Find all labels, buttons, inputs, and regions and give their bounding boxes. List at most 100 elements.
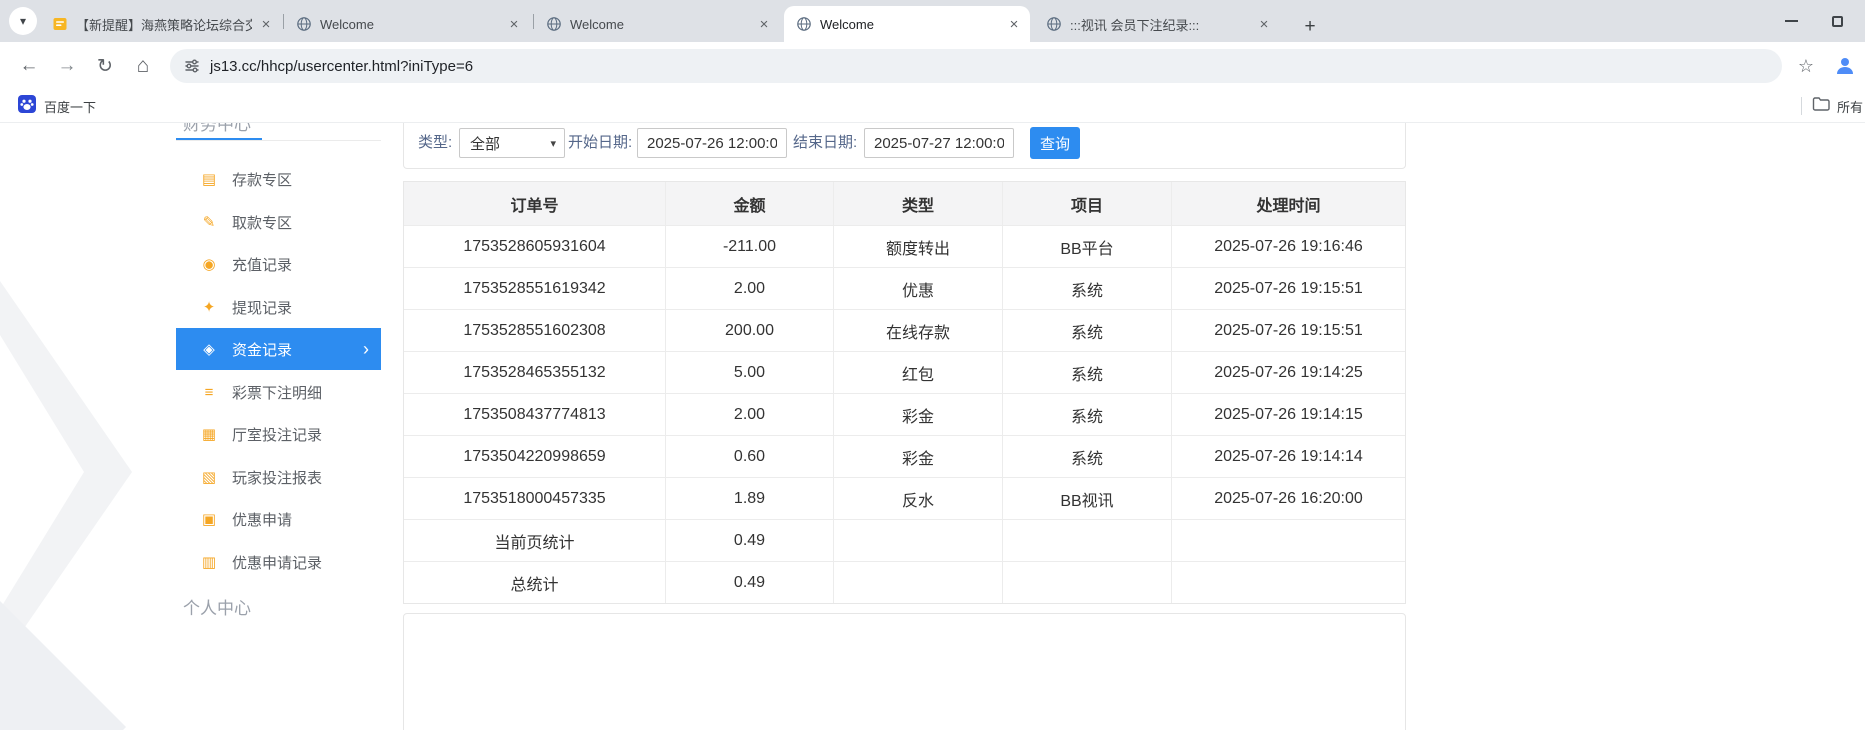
browser-toolbar: ← → ↻ ⌂ js13.cc/hhcp/usercenter.html?ini… — [0, 42, 1865, 90]
close-icon[interactable]: × — [1254, 14, 1274, 34]
globe-icon — [1046, 16, 1062, 32]
cell-type: 在线存款 — [833, 309, 1002, 351]
cell-amount: 0.60 — [665, 435, 833, 477]
minimize-button[interactable] — [1768, 0, 1814, 42]
col-header-type: 类型 — [833, 182, 1002, 225]
withdrawal-record-icon: ✦ — [200, 298, 218, 316]
all-bookmarks-button[interactable]: 所有 — [1812, 93, 1863, 119]
site-settings-icon[interactable] — [184, 58, 200, 74]
sidebar-item-label: 提现记录 — [232, 297, 292, 318]
cell-type: 反水 — [833, 477, 1002, 519]
sidebar-item-deposit-zone[interactable]: ▤ 存款专区 — [176, 158, 381, 200]
cell-time: 2025-07-26 19:14:14 — [1171, 435, 1405, 477]
cell-type: 彩金 — [833, 393, 1002, 435]
browser-tab-3[interactable]: Welcome × — [534, 6, 780, 42]
table-row: 1753528551619342 2.00 优惠 系统 2025-07-26 1… — [404, 267, 1405, 309]
browser-tab-5[interactable]: :::视讯 会员下注纪录::: × — [1034, 6, 1280, 42]
promo-apply-icon: ▣ — [200, 510, 218, 528]
close-icon[interactable]: × — [1004, 14, 1024, 34]
bookmarks-divider — [1801, 97, 1802, 115]
table-row-page-total: 当前页统计 0.49 — [404, 519, 1405, 561]
maximize-button[interactable] — [1814, 0, 1860, 42]
close-icon[interactable]: × — [256, 14, 276, 34]
cell-time: 2025-07-26 19:14:25 — [1171, 351, 1405, 393]
sidebar-item-label: 彩票下注明细 — [232, 382, 322, 403]
search-button[interactable]: 查询 — [1030, 127, 1080, 159]
table-row: 1753508437774813 2.00 彩金 系统 2025-07-26 1… — [404, 393, 1405, 435]
cell-empty — [833, 561, 1002, 603]
cell-empty — [1171, 561, 1405, 603]
cell-order-no: 1753528465355132 — [404, 351, 665, 393]
globe-icon — [296, 16, 312, 32]
back-button[interactable]: ← — [12, 42, 46, 90]
hall-bet-record-icon: ▦ — [200, 425, 218, 443]
sidebar-item-player-bet-report[interactable]: ▧ 玩家投注报表 — [176, 456, 381, 498]
tab-search-button[interactable]: ▾ — [9, 7, 37, 35]
browser-tab-4-active[interactable]: Welcome × — [784, 6, 1030, 42]
cell-label: 总统计 — [404, 561, 665, 603]
home-button[interactable]: ⌂ — [126, 42, 160, 90]
forward-button[interactable]: → — [50, 42, 84, 90]
cell-order-no: 1753508437774813 — [404, 393, 665, 435]
sidebar-divider — [176, 140, 381, 141]
recharge-record-icon: ◉ — [200, 255, 218, 273]
start-date-input[interactable] — [637, 128, 787, 158]
sidebar-item-funds-record[interactable]: ◈ 资金记录 › — [176, 328, 381, 370]
cell-type: 红包 — [833, 351, 1002, 393]
reload-button[interactable]: ↻ — [88, 42, 122, 90]
bookmark-star-icon[interactable]: ☆ — [1788, 42, 1824, 90]
tab-title: Welcome — [570, 17, 750, 32]
table-row: 1753504220998659 0.60 彩金 系统 2025-07-26 1… — [404, 435, 1405, 477]
cell-amount: 1.89 — [665, 477, 833, 519]
chevron-right-icon: › — [363, 340, 369, 358]
new-tab-button[interactable]: + — [1296, 13, 1324, 41]
all-bookmarks-label: 所有 — [1837, 97, 1863, 116]
cell-order-no: 1753518000457335 — [404, 477, 665, 519]
type-select[interactable]: 全部 ▾ — [459, 128, 565, 158]
url-text[interactable]: js13.cc/hhcp/usercenter.html?iniType=6 — [210, 58, 473, 75]
cell-time: 2025-07-26 16:20:00 — [1171, 477, 1405, 519]
tab-title: :::视讯 会员下注纪录::: — [1070, 15, 1250, 34]
table-row: 1753528605931604 -211.00 额度转出 BB平台 2025-… — [404, 225, 1405, 267]
sidebar-item-withdrawal-record[interactable]: ✦ 提现记录 — [176, 286, 381, 328]
sidebar-item-promo-apply[interactable]: ▣ 优惠申请 — [176, 498, 381, 540]
folder-icon — [1812, 96, 1830, 116]
sidebar-item-label: 存款专区 — [232, 169, 292, 190]
close-icon[interactable]: × — [504, 14, 524, 34]
cell-time: 2025-07-26 19:16:46 — [1171, 225, 1405, 267]
cell-time: 2025-07-26 19:15:51 — [1171, 309, 1405, 351]
sidebar-section-personal: 个人中心 — [183, 594, 251, 619]
sidebar-item-recharge-record[interactable]: ◉ 充值记录 — [176, 243, 381, 285]
promo-apply-record-icon: ▥ — [200, 553, 218, 571]
withdraw-icon: ✎ — [200, 213, 218, 231]
sidebar-item-hall-bet-record[interactable]: ▦ 厅室投注记录 — [176, 413, 381, 455]
sidebar-item-label: 充值记录 — [232, 254, 292, 275]
cell-amount: 0.49 — [665, 519, 833, 561]
end-date-input[interactable] — [864, 128, 1014, 158]
profile-avatar-icon[interactable] — [1832, 53, 1858, 79]
browser-tab-1[interactable]: 【新提醒】海燕策略论坛综合交 × — [40, 6, 282, 42]
lottery-bet-detail-icon: ≡ — [200, 384, 218, 401]
table-row-grand-total: 总统计 0.49 — [404, 561, 1405, 603]
globe-icon — [796, 16, 812, 32]
address-bar[interactable]: js13.cc/hhcp/usercenter.html?iniType=6 — [170, 49, 1782, 83]
browser-tab-2[interactable]: Welcome × — [284, 6, 530, 42]
col-header-order-no: 订单号 — [404, 182, 665, 225]
cell-label: 当前页统计 — [404, 519, 665, 561]
col-header-time: 处理时间 — [1171, 182, 1405, 225]
sidebar-item-label: 厅室投注记录 — [232, 424, 322, 445]
cell-empty — [1002, 519, 1171, 561]
funds-record-icon: ◈ — [200, 340, 218, 358]
close-icon[interactable]: × — [754, 14, 774, 34]
minimize-icon — [1785, 20, 1798, 22]
end-date-label: 结束日期: — [793, 128, 857, 158]
cell-amount: 2.00 — [665, 267, 833, 309]
bookmarks-bar: 百度一下 所有 — [0, 90, 1865, 122]
sidebar-item-lottery-bet-detail[interactable]: ≡ 彩票下注明细 — [176, 371, 381, 413]
cell-project: 系统 — [1002, 267, 1171, 309]
type-select-value: 全部 — [470, 133, 550, 154]
sidebar-item-promo-apply-record[interactable]: ▥ 优惠申请记录 — [176, 541, 381, 583]
sidebar-item-withdraw-zone[interactable]: ✎ 取款专区 — [176, 201, 381, 243]
deposit-icon: ▤ — [200, 170, 218, 188]
bookmark-baidu[interactable]: 百度一下 — [10, 93, 104, 119]
